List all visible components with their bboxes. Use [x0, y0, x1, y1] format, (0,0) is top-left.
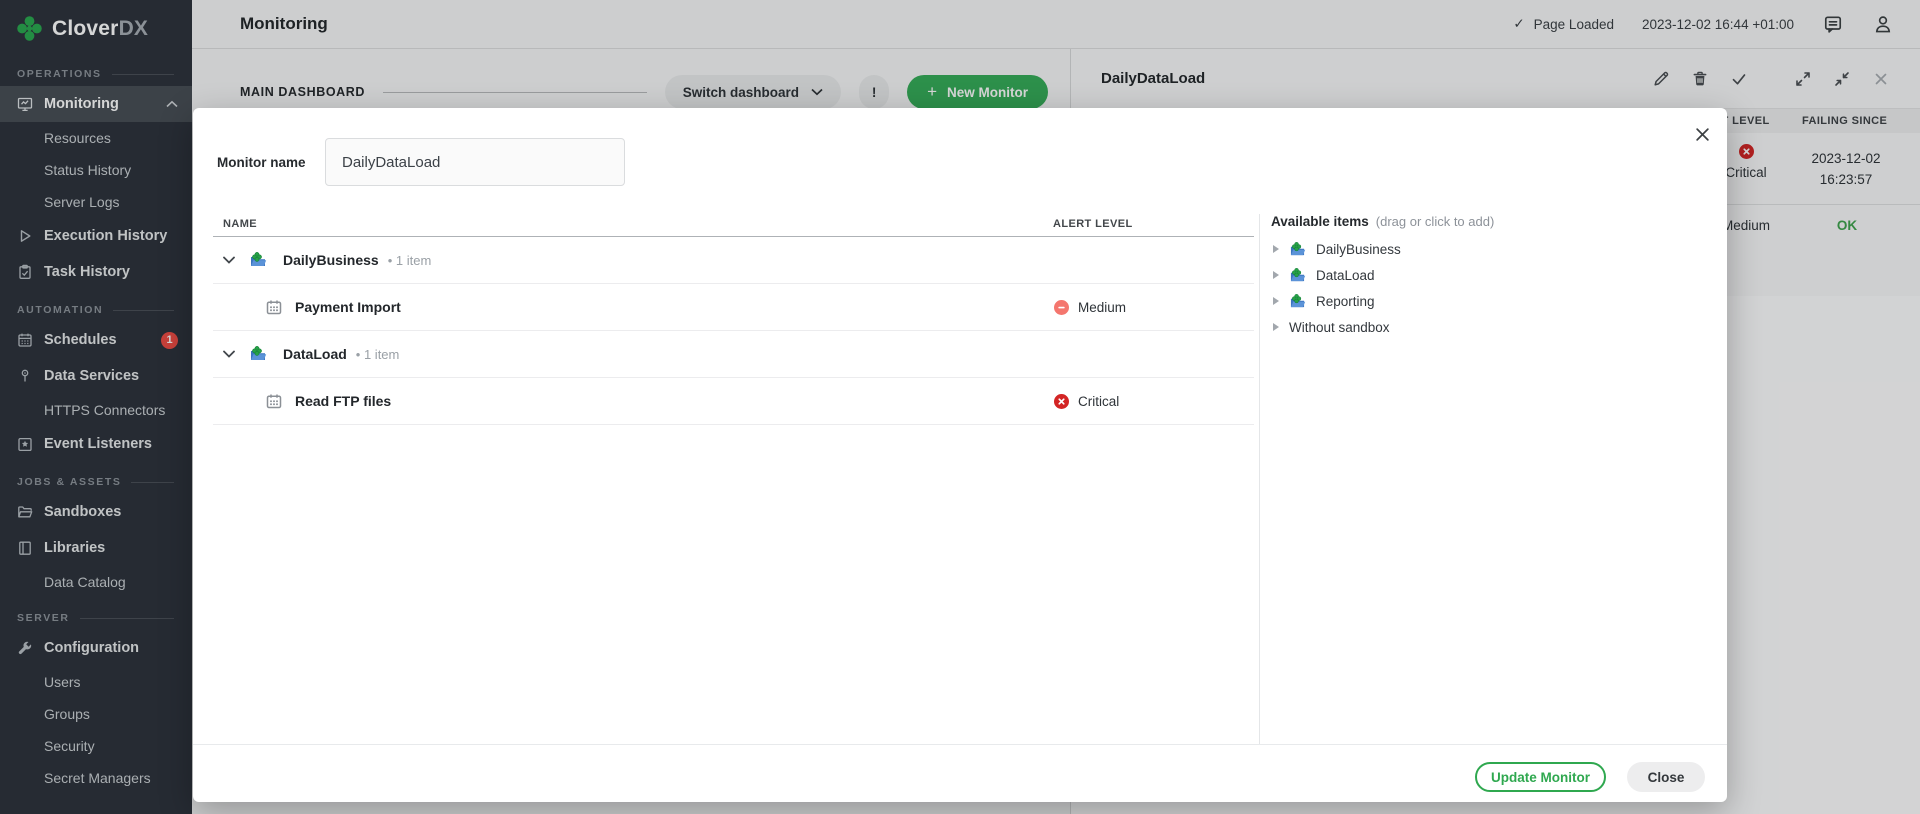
- available-item-dataload[interactable]: DataLoad: [1271, 262, 1701, 288]
- sandbox-icon: [1289, 294, 1306, 309]
- chevron-down-icon[interactable]: [223, 256, 235, 264]
- available-items-title: Available items: [1271, 214, 1369, 229]
- name-column: NAME: [223, 218, 257, 230]
- alert-level-value: Critical: [1078, 394, 1119, 409]
- tree-group-dataload[interactable]: DataLoad • 1 item: [213, 331, 1254, 378]
- available-items-hint: (drag or click to add): [1376, 214, 1495, 229]
- tree-group-dailybusiness[interactable]: DailyBusiness • 1 item: [213, 237, 1254, 284]
- sandbox-icon: [1289, 268, 1306, 283]
- alert-level-value: Medium: [1078, 300, 1126, 315]
- chevron-right-icon[interactable]: [1273, 245, 1279, 253]
- chevron-right-icon[interactable]: [1273, 323, 1279, 331]
- tree-table-header: NAME ALERT LEVEL: [193, 214, 1274, 236]
- available-item-without-sandbox[interactable]: Without sandbox: [1271, 314, 1701, 340]
- close-button[interactable]: Close: [1627, 762, 1705, 792]
- available-item-reporting[interactable]: Reporting: [1271, 288, 1701, 314]
- sandbox-icon: [1289, 242, 1306, 257]
- footer-divider: [193, 744, 1727, 745]
- modal-close-icon[interactable]: [1691, 123, 1713, 145]
- alert-level-column: ALERT LEVEL: [1053, 218, 1133, 230]
- tree-item-payment-import[interactable]: Payment Import Medium: [213, 284, 1254, 331]
- chevron-right-icon[interactable]: [1273, 297, 1279, 305]
- edit-monitor-modal: Monitor name NAME ALERT LEVEL DailyBusin…: [193, 108, 1727, 802]
- sandbox-icon: [249, 346, 267, 362]
- chevron-down-icon[interactable]: [223, 350, 235, 358]
- tree-item-read-ftp-files[interactable]: Read FTP files Critical: [213, 378, 1254, 425]
- panes-divider: [1259, 214, 1260, 744]
- update-monitor-button[interactable]: Update Monitor: [1475, 762, 1606, 792]
- sandbox-icon: [249, 252, 267, 268]
- monitor-name-label: Monitor name: [217, 155, 325, 170]
- medium-alert-icon: [1054, 300, 1069, 315]
- available-items-pane: Available items (drag or click to add) D…: [1271, 214, 1701, 340]
- job-icon: [265, 393, 283, 409]
- available-item-dailybusiness[interactable]: DailyBusiness: [1271, 236, 1701, 262]
- app: CloverDX OPERATIONS Monitoring Resources…: [0, 0, 1920, 814]
- monitor-items-tree: DailyBusiness • 1 item Payment Import Me…: [213, 237, 1254, 425]
- critical-alert-icon: [1054, 394, 1069, 409]
- monitor-name-input[interactable]: [325, 138, 625, 186]
- job-icon: [265, 299, 283, 315]
- chevron-right-icon[interactable]: [1273, 271, 1279, 279]
